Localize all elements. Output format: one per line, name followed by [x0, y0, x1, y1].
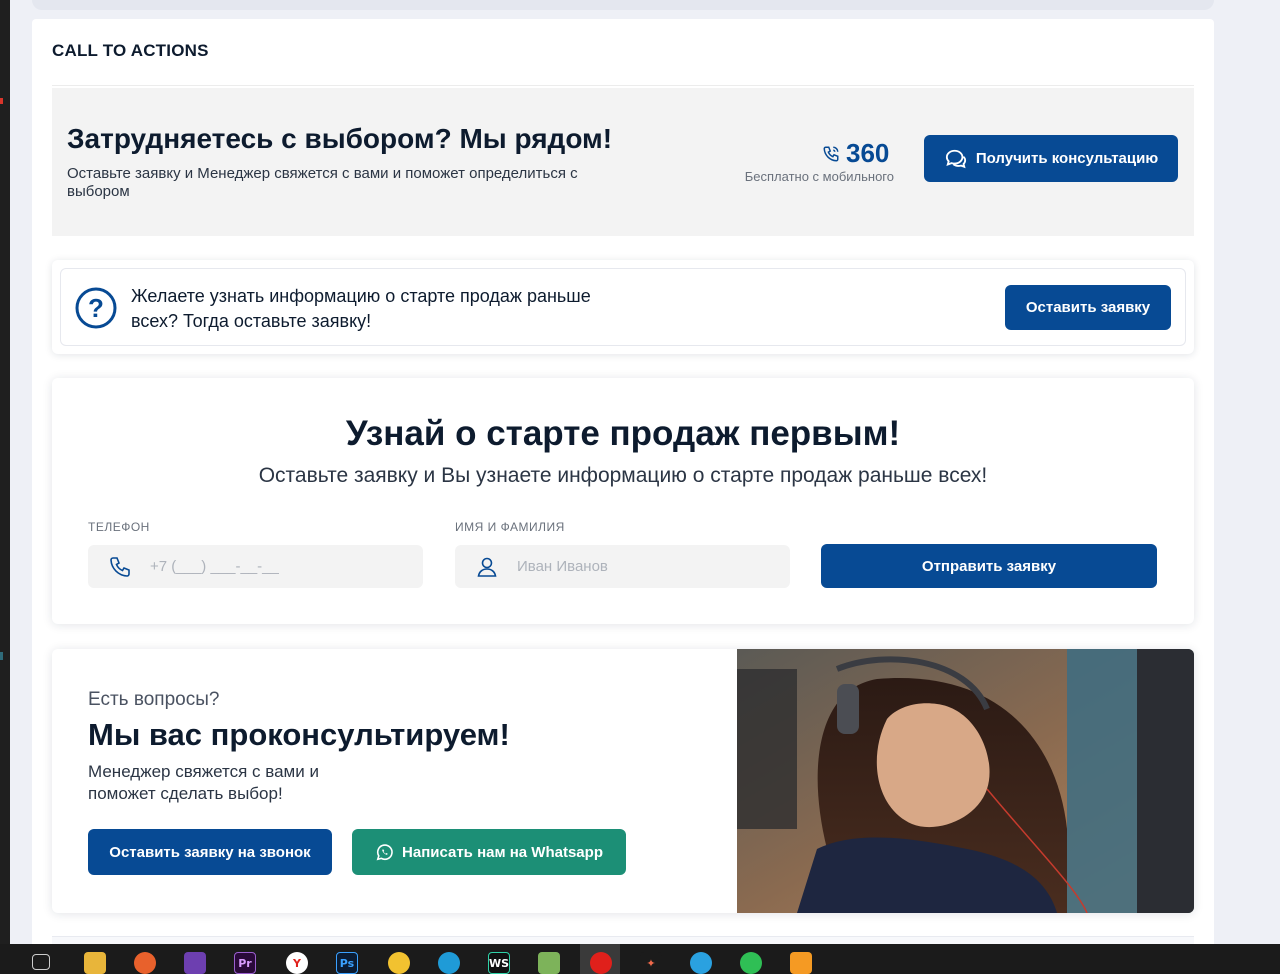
media-player-icon[interactable]	[790, 952, 812, 974]
whatsapp-label: Написать нам на Whatsapp	[402, 843, 603, 861]
questions-banner: Есть вопросы? Мы вас проконсультируем! М…	[52, 649, 1194, 913]
yandex-icon[interactable]: Y	[286, 952, 308, 974]
left-strip-marker	[0, 98, 3, 104]
task-view-icon[interactable]	[32, 954, 50, 970]
left-strip-marker	[0, 652, 3, 660]
consultant-photo	[737, 649, 1194, 913]
left-window-strip	[0, 0, 10, 944]
consultation-title: Затрудняетесь с выбором? Мы рядом!	[67, 123, 613, 154]
get-consultation-label: Получить консультацию	[975, 150, 1159, 167]
photoshop-icon[interactable]: Ps	[336, 952, 358, 974]
whatsapp-icon	[376, 843, 393, 860]
phone-note: Бесплатно с мобильного	[744, 169, 894, 184]
figma-icon[interactable]: ✦	[640, 952, 662, 974]
questions-text: Менеджер свяжется с вами и поможет сдела…	[88, 762, 319, 803]
premiere-icon[interactable]: Pr	[234, 952, 256, 974]
app-icon[interactable]	[538, 952, 560, 974]
panel-title: CALL TO ACTIONS	[52, 41, 209, 60]
edge-icon[interactable]	[438, 952, 460, 974]
phone-icon	[823, 146, 839, 162]
opera-icon[interactable]	[590, 952, 612, 974]
visual-studio-icon[interactable]	[184, 952, 206, 974]
leave-request-button[interactable]: Оставить заявку	[1005, 285, 1171, 330]
form-subtitle: Оставьте заявку и Вы узнаете информацию …	[258, 464, 988, 487]
name-field-label: ИМЯ И ФАМИЛИЯ	[455, 520, 565, 534]
early-access-banner: ? Желаете узнать информацию о старте про…	[52, 260, 1194, 354]
phone-input[interactable]	[150, 545, 410, 588]
call-to-actions-panel: CALL TO ACTIONS Затрудняетесь с выбором?…	[32, 19, 1214, 959]
request-call-button[interactable]: Оставить заявку на звонок	[88, 829, 332, 875]
send-request-button[interactable]: Отправить заявку	[821, 544, 1157, 588]
telegram-icon[interactable]	[690, 952, 712, 974]
consultation-banner: Затрудняетесь с выбором? Мы рядом! Остав…	[52, 88, 1194, 236]
form-title: Узнай о старте продаж первым!	[345, 414, 901, 453]
windows-taskbar: Pr Y Ps WS ✦	[0, 944, 1280, 974]
previous-card-edge	[32, 0, 1214, 10]
whatsapp-button[interactable]: Написать нам на Whatsapp	[352, 829, 626, 875]
consultation-text: Оставьте заявку и Менеджер свяжется с ва…	[67, 165, 578, 200]
question-circle-icon: ?	[75, 287, 117, 329]
questions-pretitle: Есть вопросы?	[88, 689, 220, 710]
svg-text:?: ?	[88, 293, 104, 323]
sales-start-form: Узнай о старте продаж первым! Оставьте з…	[52, 378, 1194, 624]
phone-field	[88, 545, 423, 588]
early-access-text: Желаете узнать информацию о старте прода…	[131, 286, 591, 331]
name-input[interactable]	[517, 545, 777, 588]
file-explorer-icon[interactable]	[84, 952, 106, 974]
divider	[52, 85, 1194, 86]
user-icon	[477, 557, 497, 577]
phone-field-label: ТЕЛЕФОН	[88, 520, 150, 534]
name-field	[455, 545, 790, 588]
webstorm-icon[interactable]: WS	[488, 952, 510, 974]
firefox-icon[interactable]	[134, 952, 156, 974]
phone-icon	[110, 557, 130, 577]
early-access-inner: ? Желаете узнать информацию о старте про…	[60, 268, 1186, 346]
chat-bubbles-icon	[945, 149, 966, 168]
phone-number-text: 360	[846, 138, 890, 168]
chrome-icon[interactable]	[388, 952, 410, 974]
whatsapp-icon[interactable]	[740, 952, 762, 974]
phone-number[interactable]: 360	[822, 138, 889, 169]
questions-title: Мы вас проконсультируем!	[88, 717, 510, 752]
get-consultation-button[interactable]: Получить консультацию	[924, 135, 1178, 182]
